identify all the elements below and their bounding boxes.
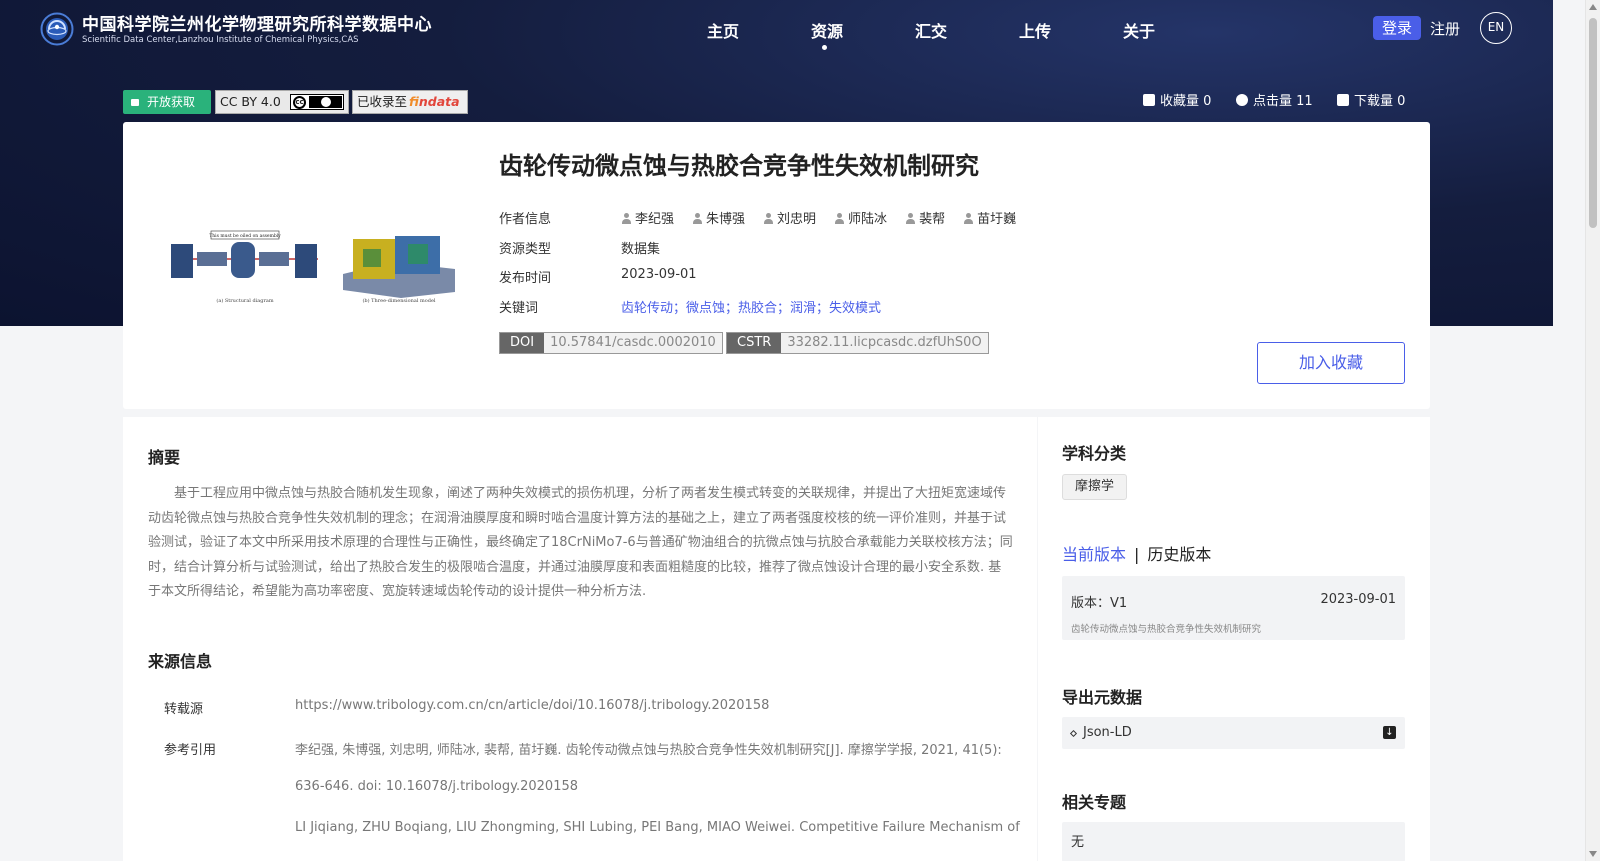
- export-format-label: Json-LD: [1083, 725, 1132, 740]
- cstr-badge[interactable]: CSTR 33282.11.licpcasdc.dzfUhS0O: [726, 332, 989, 354]
- download-icon: [1337, 94, 1349, 106]
- author-link[interactable]: 李纪强: [621, 208, 674, 227]
- author-link[interactable]: 朱博强: [692, 208, 745, 227]
- person-icon: [692, 213, 703, 224]
- eye-icon: [1236, 94, 1248, 106]
- cstr-label: CSTR: [727, 333, 782, 353]
- institute-logo[interactable]: [40, 12, 74, 46]
- authors-list: 李纪强 朱博强 刘忠明 师陆冰 裴帮 苗圩巍: [621, 208, 1034, 227]
- nav-resources[interactable]: 资源: [811, 18, 843, 42]
- export-title: 导出元数据: [1062, 688, 1143, 707]
- subject-title: 学科分类: [1062, 444, 1127, 463]
- person-icon: [963, 213, 974, 224]
- topics-title: 相关专题: [1062, 793, 1127, 812]
- topics-value: 无: [1071, 835, 1085, 850]
- register-link[interactable]: 注册: [1430, 18, 1460, 39]
- clicks-count: 点击量 11: [1236, 90, 1313, 109]
- export-jsonld-button[interactable]: Json-LD ↓: [1062, 717, 1405, 749]
- repost-label: 转载源: [164, 702, 204, 717]
- license-label: CC BY 4.0: [220, 94, 281, 109]
- authors-label: 作者信息: [499, 212, 552, 227]
- tab-current-version[interactable]: 当前版本: [1062, 545, 1126, 564]
- citation-cn-line-1: 李纪强, 朱博强, 刘忠明, 师陆冰, 裴帮, 苗圩巍. 齿轮传动微点蚀与热胶合…: [295, 743, 1002, 758]
- date-value: 2023-09-01: [621, 267, 697, 282]
- nav-active-indicator: [822, 45, 827, 50]
- findata-badge[interactable]: 已收录至findata: [352, 90, 468, 114]
- version-date: 2023-09-01: [1320, 592, 1396, 607]
- record-thumbnail[interactable]: This must be oiled on assembly (a) Struc…: [163, 214, 458, 314]
- record-card: This must be oiled on assembly (a) Struc…: [123, 122, 1430, 409]
- type-value: 数据集: [621, 242, 661, 257]
- unlock-icon: [131, 99, 139, 106]
- person-icon: [763, 213, 774, 224]
- citation-label: 参考引用: [164, 743, 217, 758]
- downloads-count: 下载量 0: [1337, 90, 1405, 109]
- diamond-icon: [1069, 729, 1078, 738]
- version-title: 齿轮传动微点蚀与热胶合竞争性失效机制研究: [1071, 624, 1262, 635]
- nav-submit[interactable]: 汇交: [915, 18, 947, 42]
- author-link[interactable]: 刘忠明: [763, 208, 816, 227]
- open-access-badge: 开放获取: [123, 90, 211, 114]
- abstract-text: 基于工程应用中微点蚀与热胶合随机发生现象，阐述了两种失效模式的损伤机理，分析了两…: [148, 486, 1013, 599]
- doi-label: DOI: [500, 333, 545, 353]
- cc-by-icon: cc: [290, 94, 344, 110]
- repost-link[interactable]: https://www.tribology.com.cn/cn/article/…: [295, 698, 769, 713]
- main-content: 摘要 基于工程应用中微点蚀与热胶合随机发生现象，阐述了两种失效模式的损伤机理，分…: [123, 417, 1037, 861]
- tab-separator: |: [1134, 545, 1140, 564]
- login-button[interactable]: 登录: [1373, 16, 1421, 40]
- doi-value: 10.57841/casdc.0002010: [544, 333, 722, 353]
- version-label: 版本：V1: [1071, 596, 1128, 611]
- scroll-down-icon[interactable]: [1589, 851, 1597, 857]
- scrollbar-thumb[interactable]: [1589, 18, 1597, 228]
- figure-note: This must be oiled on assembly: [209, 233, 281, 239]
- favorites-count: 收藏量 0: [1143, 90, 1211, 109]
- findata-logo: findata: [409, 94, 460, 109]
- nav-about[interactable]: 关于: [1123, 18, 1155, 42]
- person-icon: [834, 213, 845, 224]
- brand-title[interactable]: 中国科学院兰州化学物理研究所科学数据中心: [82, 10, 432, 35]
- scroll-up-icon[interactable]: [1589, 4, 1597, 10]
- download-icon[interactable]: ↓: [1383, 726, 1396, 739]
- figure-caption-b: (b) Three-dimensional model: [362, 297, 435, 304]
- bookmark-icon: [1143, 94, 1155, 106]
- tab-history-version[interactable]: 历史版本: [1147, 545, 1211, 564]
- topics-box: 无: [1062, 822, 1405, 861]
- record-title: 齿轮传动微点蚀与热胶合竞争性失效机制研究: [499, 152, 979, 180]
- version-tabs: 当前版本 | 历史版本: [1062, 541, 1211, 565]
- brand-subtitle: Scientific Data Center,Lanzhou Institute…: [82, 35, 359, 45]
- keywords-label: 关键词: [499, 301, 539, 316]
- author-link[interactable]: 裴帮: [905, 208, 945, 227]
- person-icon: [905, 213, 916, 224]
- keywords-value[interactable]: 齿轮传动；微点蚀；热胶合；润滑；失效模式: [621, 297, 881, 316]
- author-link[interactable]: 师陆冰: [834, 208, 887, 227]
- doi-badge[interactable]: DOI 10.57841/casdc.0002010: [499, 332, 723, 354]
- page-scrollbar[interactable]: [1585, 0, 1600, 861]
- open-access-label: 开放获取: [147, 95, 196, 109]
- subject-tag[interactable]: 摩擦学: [1062, 474, 1128, 500]
- abstract-title: 摘要: [148, 448, 181, 467]
- type-label: 资源类型: [499, 242, 552, 257]
- nav-upload[interactable]: 上传: [1019, 18, 1051, 42]
- license-badge[interactable]: CC BY 4.0 cc: [215, 90, 349, 114]
- citation-cn-line-2: 636-646. doi: 10.16078/j.tribology.20201…: [295, 779, 579, 794]
- indexed-label: 已收录至: [357, 94, 408, 109]
- source-title: 来源信息: [148, 652, 213, 671]
- date-label: 发布时间: [499, 271, 552, 286]
- figure-caption-a: (a) Structural diagram: [216, 297, 273, 304]
- language-toggle[interactable]: EN: [1480, 12, 1512, 44]
- nav-home[interactable]: 主页: [707, 18, 739, 42]
- citation-en-line-1: LI Jiqiang, ZHU Boqiang, LIU Zhongming, …: [295, 820, 1020, 835]
- person-icon: [621, 213, 632, 224]
- author-link[interactable]: 苗圩巍: [963, 208, 1016, 227]
- add-favorite-button[interactable]: 加入收藏: [1257, 342, 1405, 384]
- cstr-value: 33282.11.licpcasdc.dzfUhS0O: [781, 333, 988, 353]
- version-item[interactable]: 版本：V1 2023-09-01 齿轮传动微点蚀与热胶合竞争性失效机制研究: [1062, 576, 1405, 640]
- sidebar: 学科分类 摩擦学 当前版本 | 历史版本 版本：V1 2023-09-01 齿轮传动…: [1038, 417, 1430, 861]
